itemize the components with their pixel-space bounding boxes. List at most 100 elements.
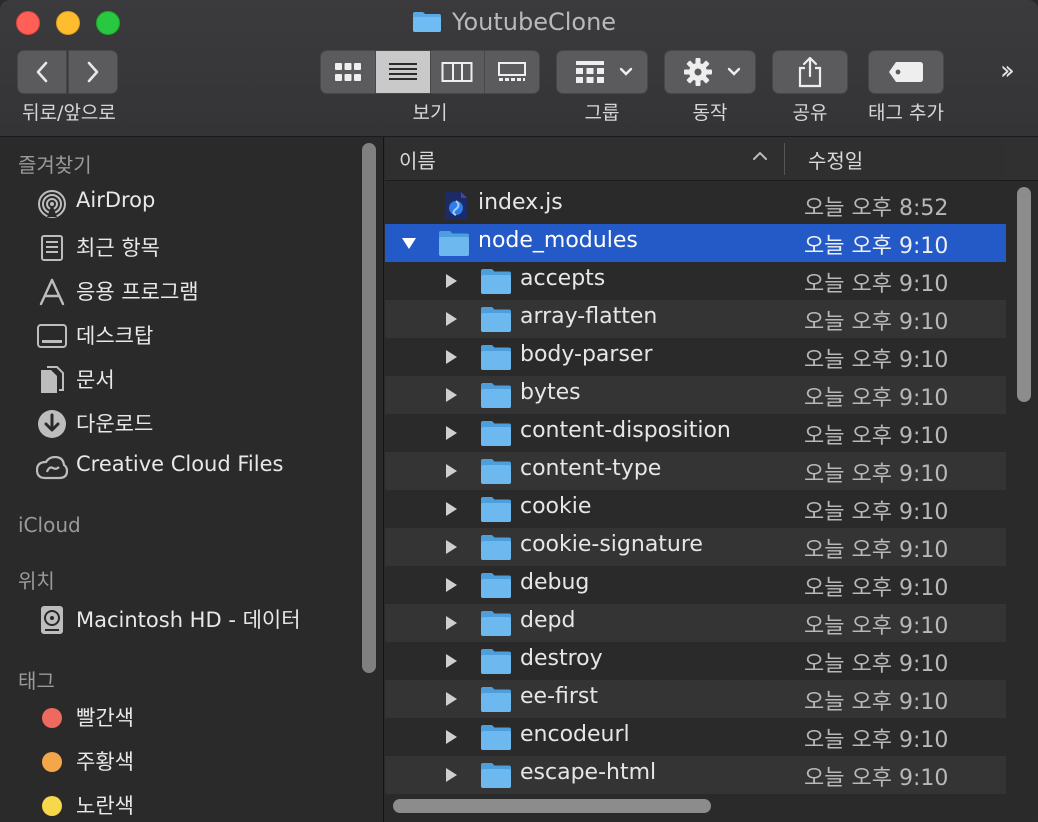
disclosure-triangle-closed-icon[interactable]: [443, 653, 459, 669]
horizontal-scrollbar[interactable]: [393, 799, 711, 813]
disclosure-triangle-closed-icon[interactable]: [443, 691, 459, 707]
icon-view-button[interactable]: [321, 51, 376, 93]
file-row[interactable]: array-flatten 오늘 오후 9:10: [385, 300, 1006, 338]
file-date-modified: 오늘 오후 9:10: [804, 272, 949, 297]
sidebar-item-creative-cloud[interactable]: Creative Cloud Files: [0, 447, 352, 487]
disclosure-triangle-closed-icon[interactable]: [443, 425, 459, 441]
folder-icon: [480, 647, 512, 675]
sidebar-item-applications[interactable]: 응용 프로그램: [0, 271, 352, 311]
file-row[interactable]: destroy 오늘 오후 9:10: [385, 642, 1006, 680]
action-button[interactable]: [664, 50, 756, 94]
disclosure-triangle-closed-icon[interactable]: [443, 615, 459, 631]
forward-button[interactable]: [68, 50, 118, 94]
file-row[interactable]: accepts 오늘 오후 9:10: [385, 262, 1006, 300]
date-modified-column-header[interactable]: 수정일: [808, 145, 863, 174]
share-icon: [798, 56, 822, 88]
disclosure-triangle-closed-icon[interactable]: [443, 387, 459, 403]
vertical-scrollbar[interactable]: [1017, 187, 1031, 402]
list-icon: [388, 63, 417, 80]
folder-icon: [480, 381, 512, 409]
gallery-icon: [498, 62, 527, 81]
group-button[interactable]: [556, 50, 648, 94]
sidebar-item-label: 응용 프로그램: [76, 280, 199, 304]
file-row[interactable]: bytes 오늘 오후 9:10: [385, 376, 1006, 414]
chevron-right-icon: [87, 61, 99, 83]
add-tag-button[interactable]: [868, 50, 944, 94]
disclosure-triangle-closed-icon[interactable]: [443, 311, 459, 327]
icon-grid-icon: [334, 63, 361, 81]
file-row[interactable]: content-type 오늘 오후 9:10: [385, 452, 1006, 490]
folder-icon: [480, 533, 512, 561]
column-divider[interactable]: [784, 143, 785, 175]
file-row[interactable]: cookie 오늘 오후 9:10: [385, 490, 1006, 528]
disclosure-triangle-open-icon[interactable]: [401, 235, 417, 251]
file-row[interactable]: content-disposition 오늘 오후 9:10: [385, 414, 1006, 452]
file-row[interactable]: ee-first 오늘 오후 9:10: [385, 680, 1006, 718]
file-row[interactable]: escape-html 오늘 오후 9:10: [385, 756, 1006, 794]
group-label: 그룹: [584, 102, 620, 124]
applications-icon: [36, 278, 68, 306]
back-button[interactable]: [17, 50, 67, 94]
file-row[interactable]: body-parser 오늘 오후 9:10: [385, 338, 1006, 376]
name-column-header[interactable]: 이름: [399, 145, 436, 174]
red-tag-dot-icon: [36, 705, 68, 731]
disclosure-triangle-closed-icon[interactable]: [443, 539, 459, 555]
close-window-button[interactable]: [16, 11, 40, 35]
documents-icon: [36, 366, 68, 393]
disclosure-triangle-closed-icon[interactable]: [443, 463, 459, 479]
folder-icon: [480, 495, 512, 523]
gallery-view-button[interactable]: [485, 51, 539, 93]
disclosure-triangle-closed-icon[interactable]: [443, 273, 459, 289]
list-view-button[interactable]: [375, 51, 431, 93]
sidebar-scrollbar[interactable]: [362, 143, 376, 673]
disclosure-triangle-closed-icon[interactable]: [443, 501, 459, 517]
file-row[interactable]: depd 오늘 오후 9:10: [385, 604, 1006, 642]
folder-icon: [480, 685, 512, 713]
disclosure-triangle-closed-icon[interactable]: [443, 729, 459, 745]
disclosure-triangle-closed-icon[interactable]: [443, 349, 459, 365]
file-date-modified: 오늘 오후 9:10: [804, 386, 949, 411]
disclosure-triangle-closed-icon[interactable]: [443, 767, 459, 783]
sort-ascending-icon[interactable]: [751, 147, 769, 165]
file-name: cookie: [520, 494, 592, 519]
file-row[interactable]: encodeurl 오늘 오후 9:10: [385, 718, 1006, 756]
sidebar-item-label: 빨간색: [76, 706, 134, 730]
minimize-window-button[interactable]: [56, 11, 80, 35]
sidebar-item-airdrop[interactable]: AirDrop: [0, 183, 352, 223]
sidebar-item-recents[interactable]: 최근 항목: [0, 227, 352, 267]
file-row[interactable]: debug 오늘 오후 9:10: [385, 566, 1006, 604]
file-date-modified: 오늘 오후 9:10: [804, 500, 949, 525]
file-name: depd: [520, 608, 576, 633]
file-row[interactable]: cookie-signature 오늘 오후 9:10: [385, 528, 1006, 566]
sidebar-item-label: 노란색: [76, 794, 134, 818]
file-date-modified: 오늘 오후 9:10: [804, 614, 949, 639]
column-view-button[interactable]: [431, 51, 486, 93]
tag-icon: [889, 62, 923, 82]
disclosure-triangle-closed-icon[interactable]: [443, 577, 459, 593]
icloud-heading: iCloud: [18, 513, 81, 537]
sidebar-tag-orange[interactable]: 주황색: [0, 741, 352, 781]
sidebar-item-macintosh-hd[interactable]: Macintosh HD - 데이터: [0, 599, 352, 639]
yellow-tag-dot-icon: [36, 793, 68, 819]
sidebar-item-downloads[interactable]: 다운로드: [0, 403, 352, 443]
file-name: content-disposition: [520, 418, 731, 443]
file-row[interactable]: node_modules 오늘 오후 9:10: [385, 224, 1006, 262]
zoom-window-button[interactable]: [96, 11, 120, 35]
file-name: index.js: [478, 190, 563, 215]
javascript-file-icon: [443, 191, 475, 220]
file-name: body-parser: [520, 342, 653, 367]
sidebar-item-desktop[interactable]: 데스크탑: [0, 315, 352, 355]
sidebar-tag-yellow[interactable]: 노란색: [0, 785, 352, 822]
toolbar-overflow-button[interactable]: ››: [1000, 56, 1015, 86]
sidebar-item-documents[interactable]: 문서: [0, 359, 352, 399]
sidebar-item-label: Macintosh HD - 데이터: [76, 608, 301, 632]
file-row[interactable]: index.js 오늘 오후 8:52: [385, 186, 1006, 224]
file-date-modified: 오늘 오후 9:10: [804, 234, 949, 259]
file-date-modified: 오늘 오후 9:10: [804, 424, 949, 449]
file-name: bytes: [520, 380, 581, 405]
creative-cloud-icon: [36, 455, 68, 481]
column-header: 이름 수정일: [385, 137, 1006, 181]
share-button[interactable]: [772, 50, 848, 94]
file-rows: index.js 오늘 오후 8:52 node_modules 오늘 오후 9:10…: [385, 186, 1006, 794]
sidebar-tag-red[interactable]: 빨간색: [0, 697, 352, 737]
